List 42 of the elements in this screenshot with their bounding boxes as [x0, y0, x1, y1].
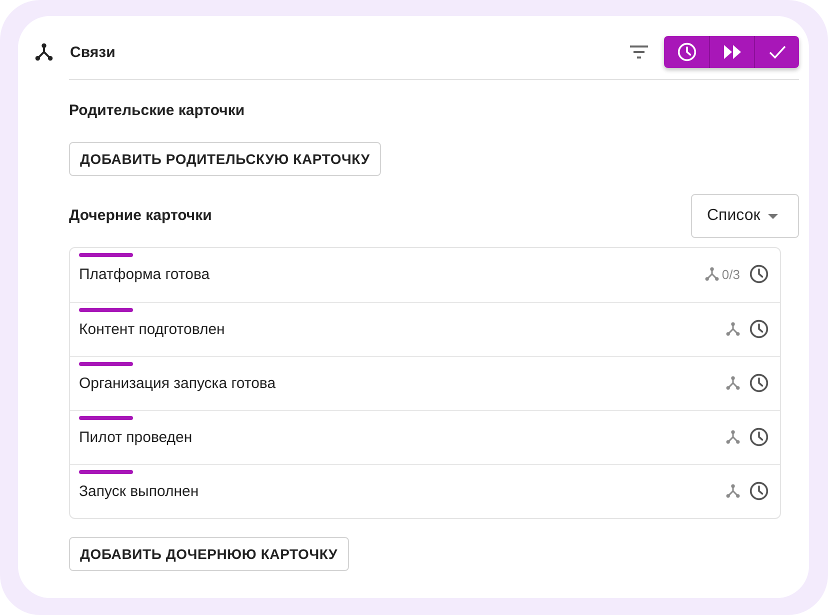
card-title: Запуск выполнен [79, 482, 200, 500]
card-title: Организация запуска готова [79, 374, 277, 392]
hub-icon [726, 376, 740, 390]
child-card-row[interactable]: Платформа готова 0/3 [70, 248, 780, 302]
clock-icon [749, 427, 769, 447]
child-card-row[interactable]: Организация запуска готова [70, 356, 780, 410]
child-card-row[interactable]: Пилот проведен [70, 410, 780, 464]
accent-bar [79, 362, 133, 366]
clock-icon [676, 42, 696, 62]
caret-icon [768, 214, 778, 218]
hub-icon [726, 322, 740, 336]
card-title: Контент подготовлен [79, 320, 226, 338]
hub-icon [726, 484, 740, 498]
hub-icon [35, 43, 53, 61]
clock-button[interactable] [664, 36, 709, 68]
card-title: Пилот проведен [79, 428, 194, 446]
clock-icon [749, 264, 769, 284]
add-child-button[interactable]: ДОБАВИТЬ ДОЧЕРНЮЮ КАРТОЧКУ [69, 537, 349, 571]
accent-bar [79, 416, 133, 420]
section-heading: Родительские карточки [69, 101, 246, 121]
card-title: Платформа готова [79, 266, 211, 282]
filter-icon[interactable] [629, 45, 649, 59]
hub-icon [726, 430, 740, 444]
clock-icon [749, 319, 769, 339]
fast-forward-button[interactable] [709, 36, 754, 68]
add-parent-button[interactable]: ДОБАВИТЬ РОДИТЕЛЬСКУЮ КАРТОЧКУ [69, 142, 381, 176]
child-card-row[interactable]: Контент подготовлен [70, 302, 780, 356]
clock-icon [749, 373, 769, 393]
check-button[interactable] [754, 36, 799, 68]
links-count: 0/3 [722, 266, 740, 282]
view-select[interactable]: Список [691, 194, 799, 238]
select-value: Список [707, 207, 760, 225]
section-heading: Дочерние карточки [69, 206, 212, 226]
section-title: Связи [70, 44, 116, 60]
check-icon [768, 45, 786, 59]
fast-forward-icon [724, 45, 740, 59]
clock-icon [749, 481, 769, 501]
accent-bar [79, 470, 133, 474]
accent-bar [79, 308, 133, 312]
accent-bar [79, 253, 133, 257]
hub-icon [704, 267, 719, 281]
child-card-row[interactable]: Запуск выполнен [70, 464, 780, 518]
